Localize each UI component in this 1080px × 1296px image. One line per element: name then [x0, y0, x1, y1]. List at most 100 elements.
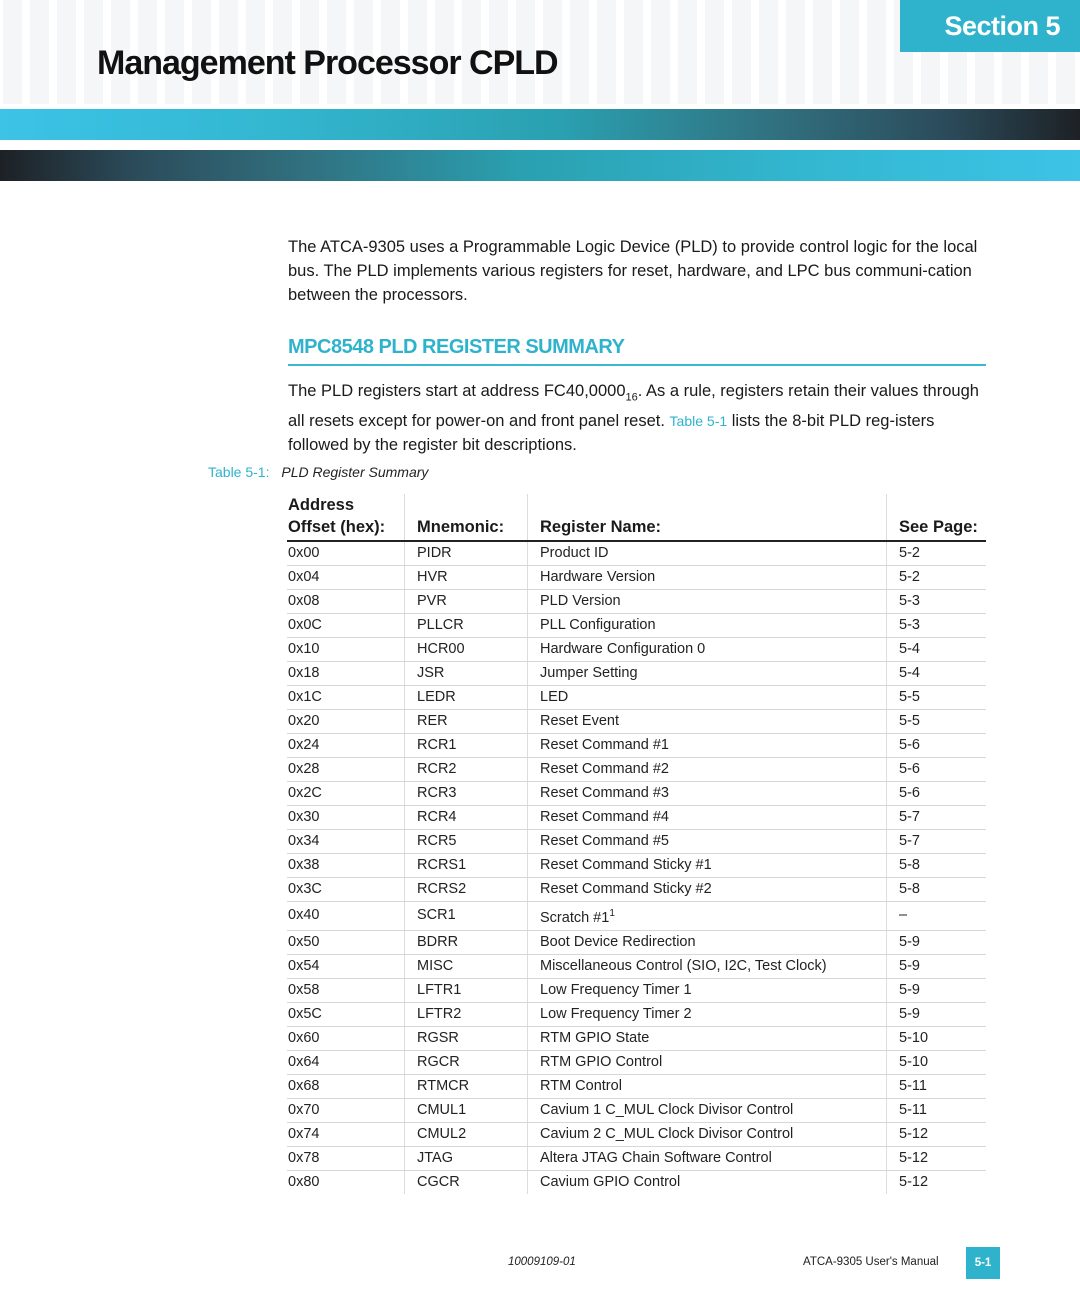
cell-see-page-text: 5-11: [899, 1101, 927, 1118]
cell-offset: 0x10: [287, 637, 405, 662]
cell-register-name-text: RTM Control: [540, 1077, 622, 1094]
cell-see-page-text: 5-5: [899, 689, 920, 705]
cell-register-name: Reset Command Sticky #2: [527, 877, 887, 902]
cell-mnemonic: PLLCR: [404, 613, 528, 638]
cell-offset-text: 0x24: [288, 737, 320, 753]
cell-register-name-text: Reset Command #2: [540, 761, 669, 777]
register-description-paragraph: The PLD registers start at address FC40,…: [288, 379, 986, 457]
cell-mnemonic-text: PLLCR: [417, 617, 464, 633]
cell-see-page-text: 5-9: [899, 1005, 920, 1022]
cell-see-page: 5-6: [886, 781, 986, 806]
cell-register-name-text: Boot Device Redirection: [540, 933, 696, 950]
cell-see-page-text: 5-10: [899, 1053, 929, 1070]
cell-register-name-text: RTM GPIO State: [540, 1029, 650, 1046]
cell-offset: 0x04: [287, 565, 405, 590]
cell-mnemonic-text: JSR: [417, 665, 445, 681]
cell-see-page-text: 5-2: [899, 569, 920, 585]
cell-register-name: Cavium 2 C_MUL Clock Divisor Control: [527, 1122, 887, 1147]
table-row: 0x04 HVR Hardware Version 5-2: [287, 565, 986, 590]
cell-offset: 0x58: [287, 978, 405, 1003]
cell-offset-text: 0x50: [288, 933, 320, 950]
table-link[interactable]: Table 5-1: [670, 413, 728, 429]
cell-register-name-text: Reset Command #1: [540, 737, 669, 753]
cell-see-page: 5-12: [886, 1146, 986, 1171]
cell-register-name: Low Frequency Timer 2: [527, 1002, 887, 1027]
cell-mnemonic-text: HCR00: [417, 641, 465, 657]
cell-offset-text: 0x68: [288, 1077, 320, 1094]
cell-register-name-text: Reset Command Sticky #2: [540, 881, 712, 897]
cell-see-page: 5-6: [886, 757, 986, 782]
cell-offset-text: 0x08: [288, 593, 320, 609]
table-row: 0x30 RCR4 Reset Command #4 5-7: [287, 805, 986, 830]
cell-register-name: Reset Event: [527, 709, 887, 734]
cell-mnemonic: RER: [404, 709, 528, 734]
cell-offset-text: 0x38: [288, 857, 320, 873]
cell-register-name: Product ID: [527, 541, 887, 566]
cell-offset-text: 0x5C: [288, 1005, 322, 1022]
cell-offset-text: 0x28: [288, 761, 320, 777]
table-row: 0x3C RCRS2 Reset Command Sticky #2 5-8: [287, 877, 986, 902]
cell-mnemonic: CGCR: [404, 1170, 528, 1194]
cell-offset: 0x5C: [287, 1002, 405, 1027]
cell-register-name: Reset Command #5: [527, 829, 887, 854]
table-row: 0x60 RGSR RTM GPIO State 5-10: [287, 1026, 986, 1051]
cell-register-name-text: Product ID: [540, 545, 609, 561]
table-row: 0x0C PLLCR PLL Configuration 5-3: [287, 613, 986, 638]
cell-register-name-text: Cavium GPIO Control: [540, 1173, 681, 1190]
cell-see-page: 5-2: [886, 565, 986, 590]
page-title: Management Processor CPLD: [97, 44, 559, 82]
cell-mnemonic-text: CGCR: [417, 1173, 460, 1190]
cell-register-name-text: Altera JTAG Chain Software Control: [540, 1149, 772, 1166]
cell-register-name: PLD Version: [527, 589, 887, 614]
cell-register-name: Boot Device Redirection: [527, 930, 887, 955]
cell-register-name: RTM GPIO State: [527, 1026, 887, 1051]
cell-register-name-text: Scratch #1: [540, 909, 610, 926]
cell-see-page: 5-6: [886, 733, 986, 758]
cell-offset: 0x40: [287, 901, 405, 931]
cell-register-name: RTM Control: [527, 1074, 887, 1099]
cell-register-name: Cavium GPIO Control: [527, 1170, 887, 1194]
cell-offset: 0x18: [287, 661, 405, 686]
table-caption-number: Table 5-1:: [208, 464, 270, 480]
table-row: 0x00 PIDR Product ID 5-2: [287, 541, 986, 566]
header-see-page: See Page:: [886, 494, 986, 542]
cell-see-page-text: 5-9: [899, 957, 920, 974]
cell-mnemonic-text: RER: [417, 713, 448, 729]
cell-register-name: Reset Command #4: [527, 805, 887, 830]
cell-register-name-text: Miscellaneous Control (SIO, I2C, Test Cl…: [540, 957, 827, 974]
cell-register-name: Low Frequency Timer 1: [527, 978, 887, 1003]
cell-see-page-text: 5-7: [899, 809, 920, 825]
footer-manual-title: ATCA-9305 User's Manual: [803, 1256, 939, 1268]
table-row: 0x18 JSR Jumper Setting 5-4: [287, 661, 986, 686]
cell-mnemonic-text: RCR1: [417, 737, 457, 753]
cell-mnemonic-text: RCR5: [417, 833, 457, 849]
cell-see-page-text: 5-12: [899, 1125, 929, 1142]
cell-register-name-text: Reset Command Sticky #1: [540, 857, 712, 873]
section-label: Section 5: [944, 10, 1060, 41]
cell-offset: 0x70: [287, 1098, 405, 1123]
cell-register-name-text: Hardware Configuration 0: [540, 641, 706, 657]
cell-offset-text: 0x10: [288, 641, 320, 657]
cell-offset: 0x54: [287, 954, 405, 979]
cell-mnemonic: RCRS1: [404, 853, 528, 878]
cell-see-page-text: 5-3: [899, 593, 920, 609]
cell-see-page: 5-2: [886, 541, 986, 566]
table-body: 0x00 PIDR Product ID 5-2 0x04 HVR Hardware Ver…: [287, 541, 986, 1194]
cell-see-page: 5-5: [886, 685, 986, 710]
cell-see-page: 5-11: [886, 1098, 986, 1123]
cell-offset: 0x38: [287, 853, 405, 878]
para-text-1: The PLD registers start at address FC40,…: [288, 382, 626, 400]
cell-see-page: 5-9: [886, 930, 986, 955]
cell-register-name-text: Low Frequency Timer 2: [540, 1005, 692, 1022]
cell-mnemonic-text: RCR2: [417, 761, 457, 777]
cell-offset: 0x00: [287, 541, 405, 566]
cell-offset-text: 0x40: [288, 907, 320, 924]
cell-offset: 0x08: [287, 589, 405, 614]
table-row: 0x58 LFTR1 Low Frequency Timer 1 5-9: [287, 978, 986, 1003]
cell-offset: 0x24: [287, 733, 405, 758]
cell-mnemonic-text: PVR: [417, 593, 447, 609]
table-row: 0x80 CGCR Cavium GPIO Control 5-12: [287, 1170, 986, 1194]
cell-mnemonic-text: LFTR1: [417, 981, 462, 998]
cell-see-page-text: 5-12: [899, 1173, 929, 1190]
cell-register-name: RTM GPIO Control: [527, 1050, 887, 1075]
